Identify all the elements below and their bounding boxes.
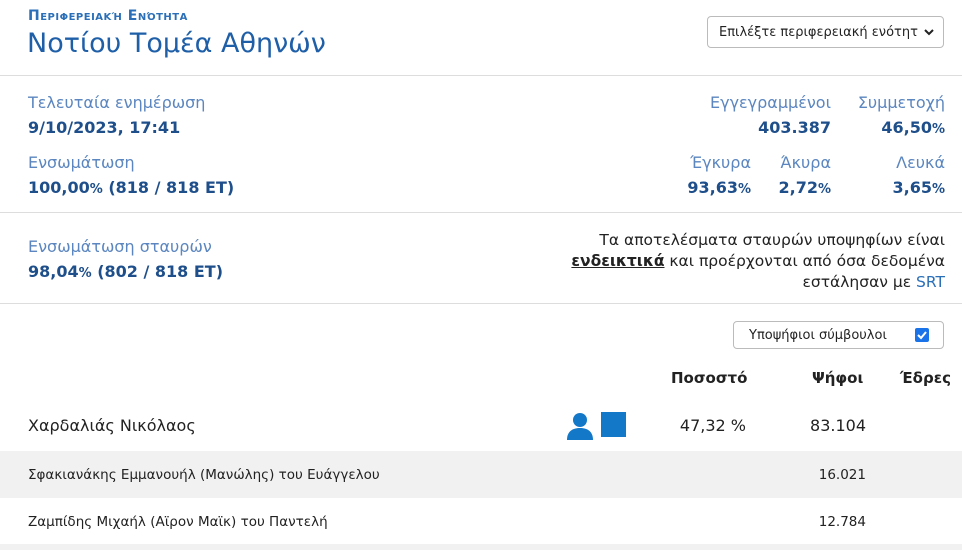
last-update-value: 9/10/2023, 17:41 [28,118,181,137]
integration-pct: 100,00 [28,178,90,197]
turnout-value: 46,50% [881,118,945,137]
note-line-2-rest: και προέρχονται από όσα δεδομένα [664,252,945,270]
note-line-3: εστάλησαν με SRT [540,272,946,293]
party-color-swatch [601,412,626,437]
chevron-down-icon [924,29,934,36]
region-kicker: Περιφερειακή Ενότητα [28,8,188,24]
cross-integration-label: Ενσωμάτωση σταυρών [28,237,212,256]
table-row[interactable]: Χαρδαλιάς Νικόλαος 47,32 % 83.104 [0,403,962,449]
cross-integration-value: 98,04% (802 / 818 ΕΤ) [28,262,223,281]
column-header-votes: Ψήφοι [812,369,864,387]
region-select[interactable]: Επιλέξτε περιφερειακή ενότητ [707,16,944,48]
candidate-name: Χαρδαλιάς Νικόλαος [28,416,196,435]
integration-rest: (818 / 818 ΕΤ) [102,178,235,197]
table-row-edge [0,544,962,550]
valid-number: 93,63 [687,178,738,197]
invalid-number: 2,72 [778,178,818,197]
registered-label: Εγγεγραμμένοι [709,93,831,112]
column-header-percent: Ποσοστό [671,369,748,387]
blank-value: 3,65% [892,178,945,197]
pct-sign: % [737,182,751,197]
integration-value: 100,00% (818 / 818 ΕΤ) [28,178,234,197]
note-line-1: Τα αποτελέσματα σταυρών υποψηφίων είναι [599,231,945,249]
valid-value: 93,63% [687,178,751,197]
turnout-label: Συμμετοχή [857,93,945,112]
blank-number: 3,65 [892,178,932,197]
pct-sign: % [931,182,945,197]
indicative-word: ενδεικτικά [571,252,665,270]
invalid-label: Άκυρα [780,153,831,172]
sub-candidate-votes: 16.021 [818,467,866,483]
sub-candidate-votes: 12.784 [818,514,866,530]
divider [0,303,962,304]
candidate-percent: 47,32 % [679,416,746,435]
pct-sign: % [931,122,945,137]
note-line-3-text: εστάλησαν με [802,273,917,291]
pct-sign: % [78,266,92,281]
registered-value: 403.387 [758,118,831,137]
sub-candidate-name: Σφακιανάκης Εμμανουήλ (Μανώλης) του Ευάγ… [28,467,380,483]
page-title: Νοτίου Τομέα Αθηνών [27,28,326,59]
srt-link[interactable]: SRT [916,273,945,291]
candidates-toggle[interactable]: Υποψήφιοι σύμβουλοι [733,321,944,349]
pct-sign: % [817,182,831,197]
turnout-number: 46,50 [881,118,932,137]
column-header-seats: Έδρες [900,369,951,387]
candidate-votes: 83.104 [810,416,866,435]
candidates-toggle-label: Υποψήφιοι σύμβουλοι [749,327,887,343]
note-line-2: ενδεικτικά και προέρχονται από όσα δεδομ… [540,251,945,272]
valid-label: Έγκυρα [690,153,751,172]
divider [0,75,962,76]
cross-votes-note: Τα αποτελέσματα σταυρών υποψηφίων είναι … [540,230,945,293]
divider [0,212,962,213]
pct-sign: % [89,182,103,197]
integration-label: Ενσωμάτωση [28,153,135,172]
cross-pct: 98,04 [28,262,79,281]
table-row[interactable]: Ζαμπίδης Μιχαήλ (Αϊρον Μαϊκ) του Παντελή… [0,498,962,544]
last-update-label: Τελευταία ενημέρωση [28,93,206,112]
person-icon [567,413,593,440]
table-row[interactable]: Σφακιανάκης Εμμανουήλ (Μανώλης) του Ευάγ… [0,451,962,498]
candidates-checkbox[interactable] [915,328,929,342]
invalid-value: 2,72% [778,178,831,197]
cross-rest: (802 / 818 ΕΤ) [91,262,224,281]
checkmark-icon [917,331,927,340]
sub-candidate-name: Ζαμπίδης Μιχαήλ (Αϊρον Μαϊκ) του Παντελή [28,514,328,530]
region-select-label: Επιλέξτε περιφερειακή ενότητ [719,24,918,40]
blank-label: Λευκά [896,153,945,172]
